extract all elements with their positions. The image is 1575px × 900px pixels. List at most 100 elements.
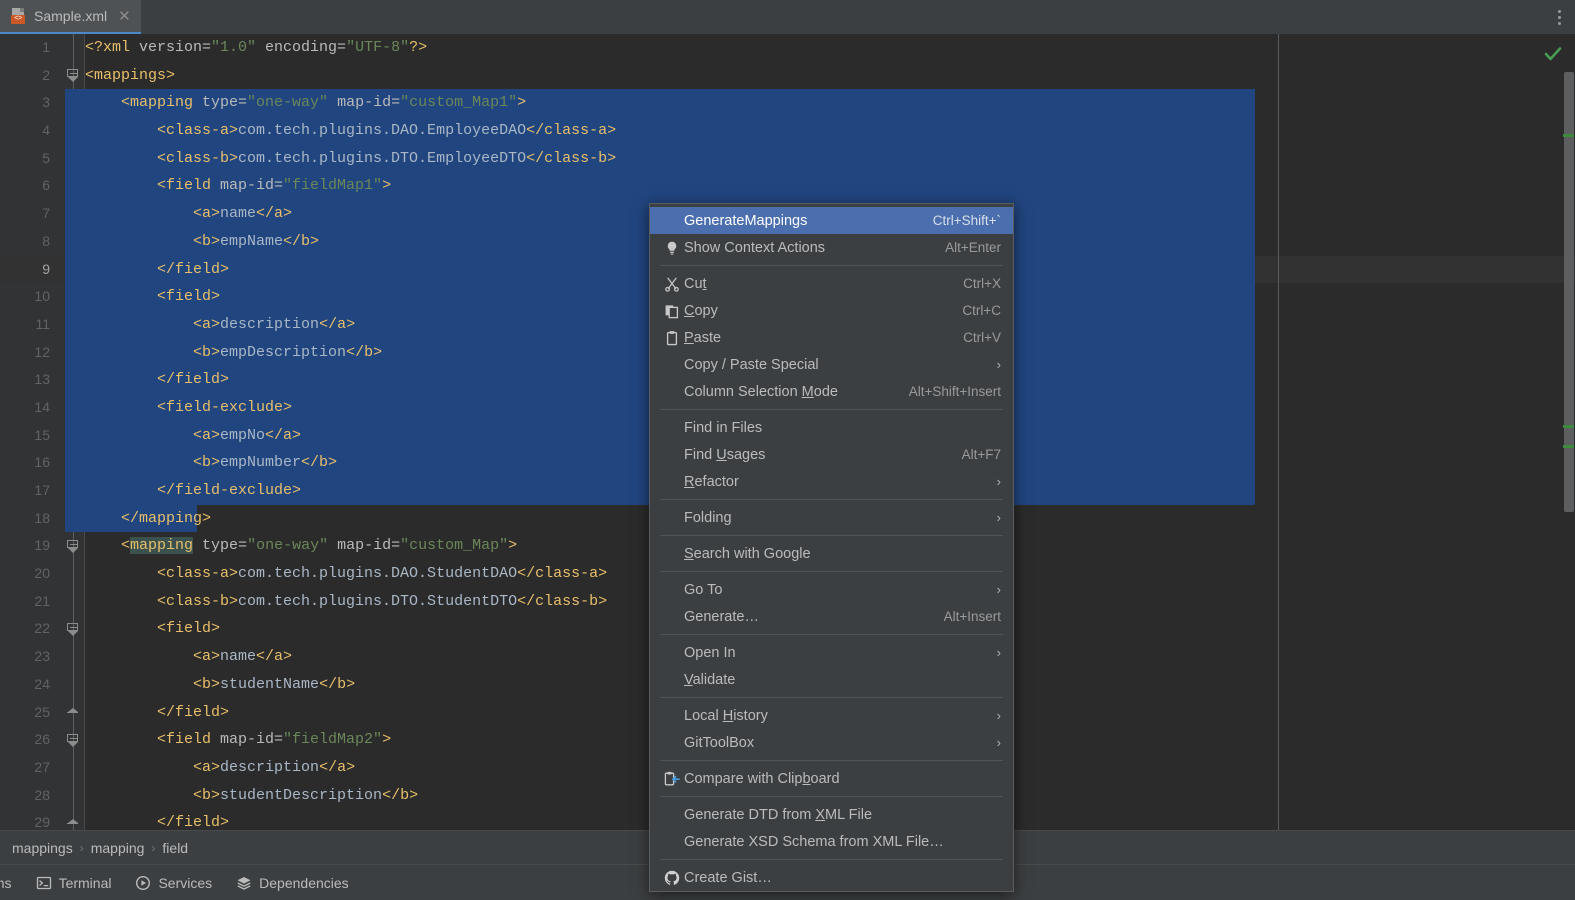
code-token: com.tech.plugins.DAO.EmployeeDAO [238,122,527,140]
code-line[interactable]: 5 <class-b>com.tech.plugins.DTO.Employee… [42,144,1575,173]
code-text: <class-a>com.tech.plugins.DAO.EmployeeDA… [85,122,616,139]
line-number: 1 [42,39,50,55]
code-token: < [85,537,131,555]
menu-item-show-context-actions[interactable]: Show Context Actions Alt+Enter [650,234,1013,261]
menu-item-find-usages[interactable]: Find Usages Alt+F7 [650,441,1013,468]
code-text: <a>description</a> [85,316,355,333]
menu-item-gittoolbox[interactable]: GitToolBox › [650,729,1013,756]
breadcrumb-item-mappings[interactable]: mappings [12,840,73,856]
fold-end-icon[interactable] [67,818,80,830]
menu-item-go-to[interactable]: Go To › [650,576,1013,603]
line-number: 17 [34,482,50,498]
status-item-services[interactable]: Services [135,875,212,891]
code-token: </a> [319,758,356,776]
close-icon[interactable]: ✕ [118,9,131,24]
fold-collapse-icon[interactable] [67,539,80,553]
stripe-marker[interactable] [1563,445,1574,448]
fold-collapse-icon[interactable] [67,622,80,636]
editor-tab-sample-xml[interactable]: <> Sample.xml ✕ [0,0,141,34]
checkmark-ok-icon[interactable] [1543,44,1563,69]
menu-item-paste-label: Paste [684,329,722,346]
menu-item-generate[interactable]: Generate… Alt+Insert [650,603,1013,630]
code-text: </field> [85,371,229,388]
status-item-problems[interactable]: lems [0,875,12,891]
code-text: <field map-id="fieldMap2"> [85,731,391,748]
status-item-dependencies[interactable]: Dependencies [236,875,349,891]
menu-item-compare-with-clipboard[interactable]: Compare with Clipboard [650,765,1013,792]
code-token: type= [202,94,248,112]
status-item-services-label: Services [158,874,213,891]
menu-item-generate-xsd-label: Generate XSD Schema from XML File… [684,833,944,850]
breadcrumb-item-field[interactable]: field [162,840,188,856]
menu-item-refactor-label: Refactor [684,473,739,490]
editor-tab-bar: <> Sample.xml ✕ [0,0,1575,34]
menu-separator [660,409,1003,410]
menu-item-validate[interactable]: Validate [650,666,1013,693]
code-token: > [508,537,518,555]
code-text: <b>empName</b> [85,233,319,250]
menu-item-create-gist[interactable]: Create Gist… [650,864,1013,891]
code-line[interactable]: 3 <mapping type="one-way" map-id="custom… [42,89,1575,118]
menu-item-generate-dtd[interactable]: Generate DTD from XML File [650,801,1013,828]
fold-collapse-icon[interactable] [67,733,80,747]
menu-separator [660,499,1003,500]
menu-item-folding[interactable]: Folding › [650,504,1013,531]
menu-item-column-selection-mode[interactable]: Column Selection Mode Alt+Shift+Insert [650,378,1013,405]
menu-item-refactor[interactable]: Refactor › [650,468,1013,495]
line-number: 29 [34,814,50,830]
menu-item-find-in-files[interactable]: Find in Files [650,414,1013,441]
tab-options-button[interactable] [1552,0,1567,34]
stripe-marker[interactable] [1563,134,1574,137]
code-token: "one-way" [247,537,329,555]
status-item-terminal[interactable]: Terminal [36,874,112,891]
fold-end-icon[interactable] [67,707,80,721]
code-text: <b>studentName</b> [85,676,355,693]
code-line[interactable]: 1 <?xml version="1.0" encoding="UTF-8"?> [42,34,1575,62]
code-token: <field [85,731,221,749]
editor-context-menu[interactable]: GenerateMappings Ctrl+Shift+` Show Context… [649,203,1014,892]
menu-item-paste[interactable]: Paste Ctrl+V [650,324,1013,351]
code-token: > [382,177,392,195]
code-token: </mapping> [85,509,212,527]
menu-item-copy[interactable]: Copy Ctrl+C [650,297,1013,324]
stripe-marker[interactable] [1563,425,1574,428]
code-token: </a> [256,648,293,666]
menu-item-validate-label: Validate [684,671,736,688]
editor-scrollbar[interactable] [1562,34,1575,830]
fold-collapse-icon[interactable] [67,68,80,82]
code-token: name [220,648,257,666]
menu-item-copy-paste-special[interactable]: Copy / Paste Special › [650,351,1013,378]
menu-item-go-to-label: Go To [684,581,723,598]
line-number: 25 [34,703,50,720]
line-number: 7 [42,205,50,222]
code-token: ?> [409,39,428,56]
menu-item-generate-xsd[interactable]: Generate XSD Schema from XML File… [650,828,1013,855]
menu-item-local-history[interactable]: Local History › [650,702,1013,729]
menu-item-cut[interactable]: Cut Ctrl+X [650,270,1013,297]
menu-separator [660,760,1003,761]
more-vertical-icon [1558,9,1561,25]
line-number: 26 [34,731,50,748]
menu-item-open-in[interactable]: Open In › [650,639,1013,666]
code-line[interactable]: 4 <class-a>com.tech.plugins.DAO.Employee… [42,117,1575,145]
code-token: <a> [85,758,221,776]
menu-separator [660,634,1003,635]
breadcrumb-item-mapping[interactable]: mapping [91,840,145,856]
chevron-right-icon: › [996,510,1001,525]
copy-icon [664,303,684,319]
code-text: <mapping type="one-way" map-id="custom_M… [85,94,526,111]
menu-item-search-with-google[interactable]: Search with Google [650,540,1013,567]
status-item-terminal-label: Terminal [58,874,112,891]
chevron-right-icon: › [151,840,156,855]
code-line[interactable]: 6 <field map-id="fieldMap1"> [42,172,1575,201]
code-text: <class-b>com.tech.plugins.DTO.EmployeeDT… [85,150,616,167]
code-line[interactable]: 2 <mappings> [42,62,1575,90]
menu-item-generate-mappings-label: GenerateMappings [684,212,808,229]
code-token: <b> [85,454,221,472]
code-text: <field map-id="fieldMap1"> [85,177,391,194]
code-token: </field> [85,260,230,278]
code-token: <class-a> [85,565,239,583]
code-token: name [220,205,257,223]
menu-item-generate-mappings[interactable]: GenerateMappings Ctrl+Shift+` [650,207,1013,234]
